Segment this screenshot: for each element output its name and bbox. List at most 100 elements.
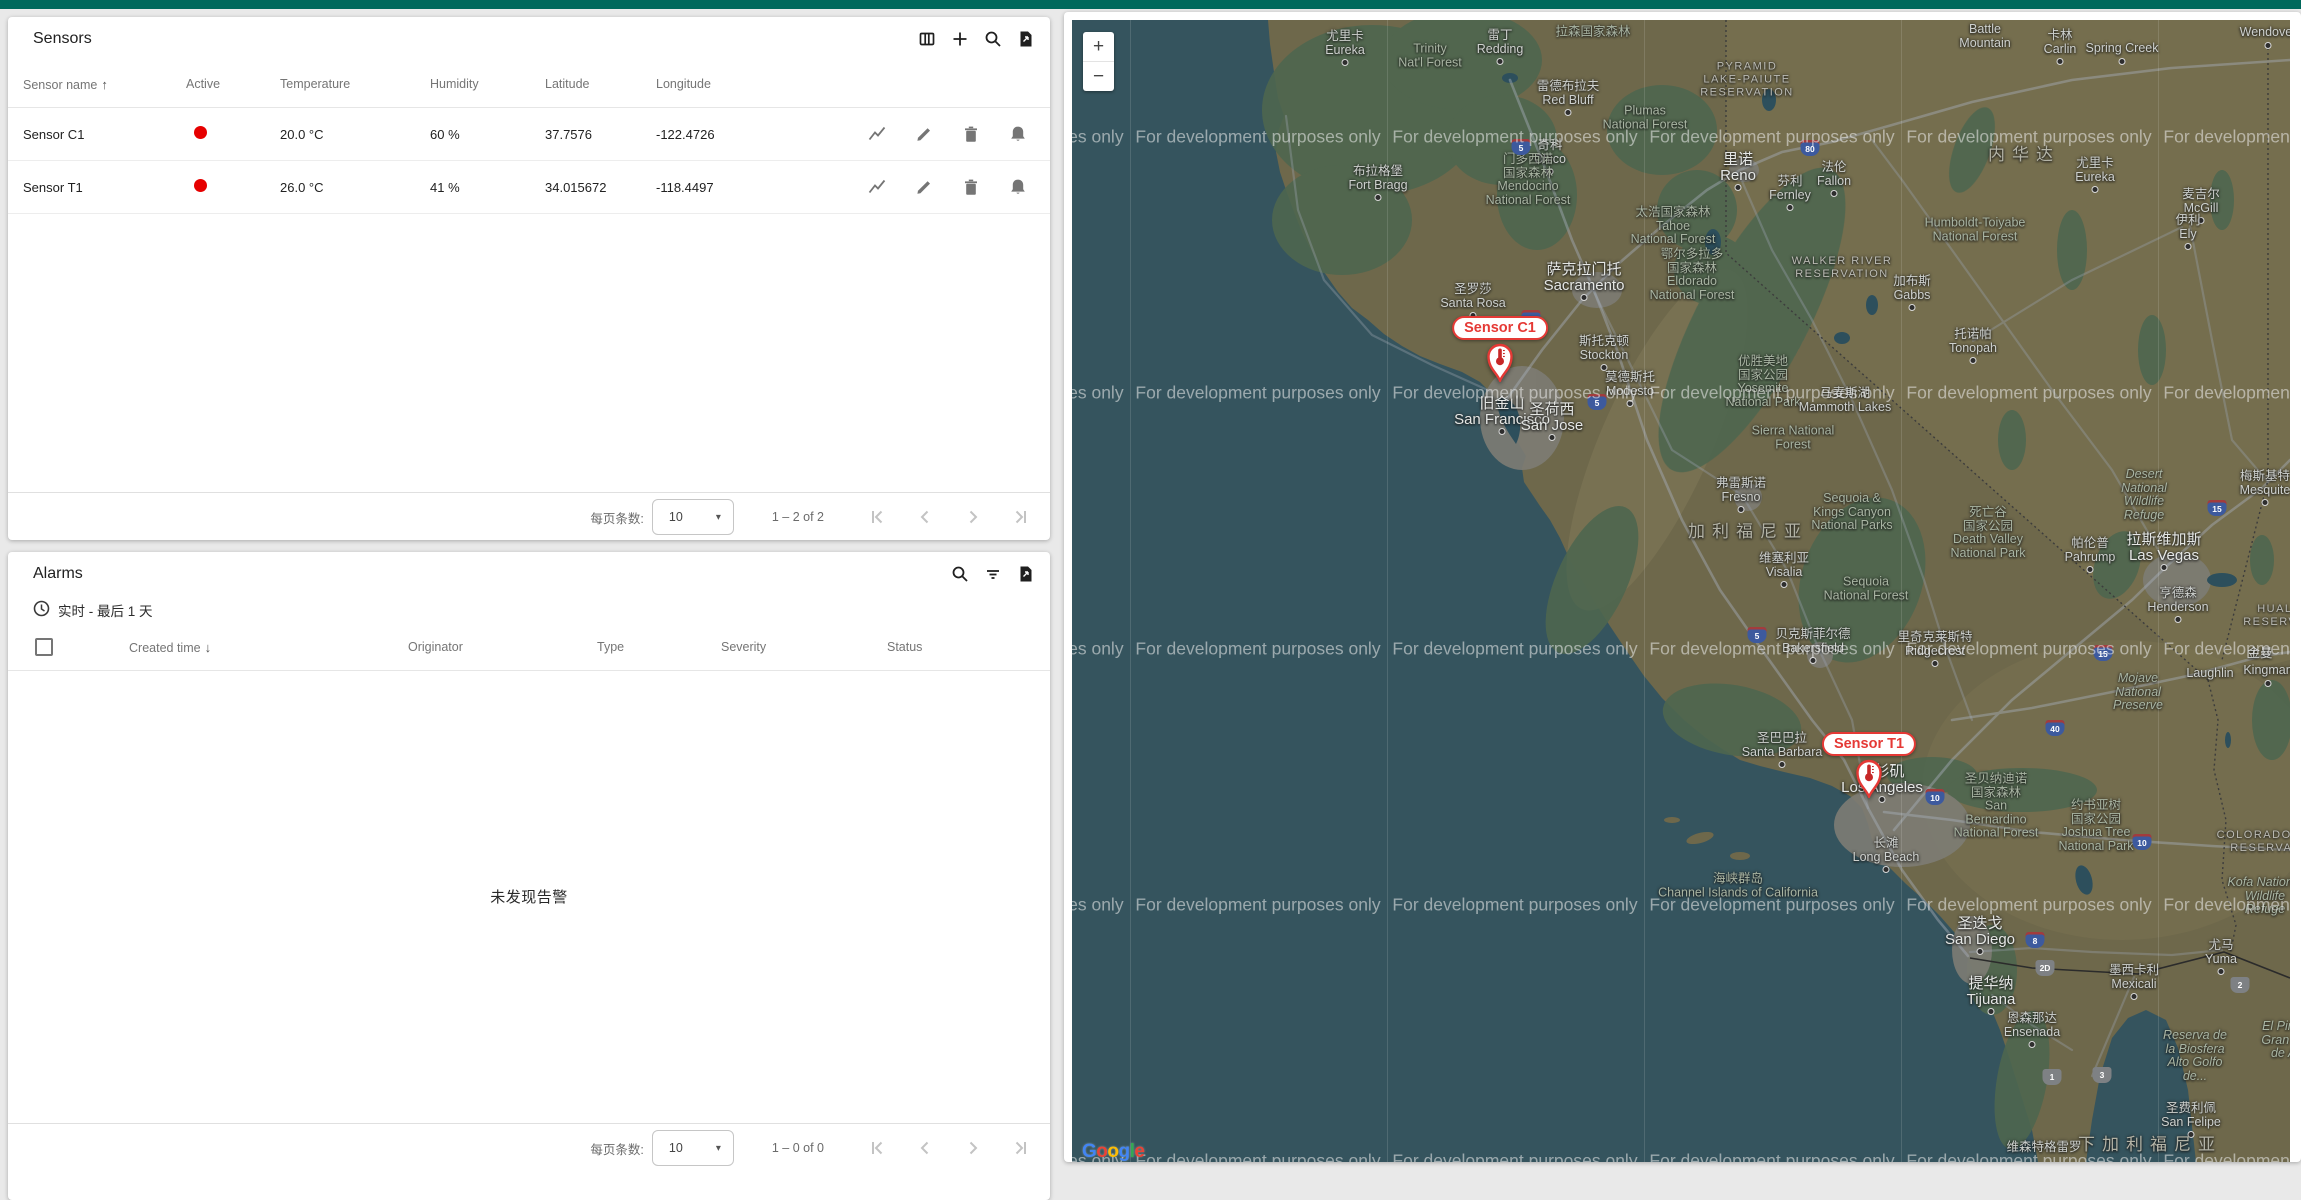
dev-watermark: For development purposes only: [1072, 639, 1124, 660]
col-longitude[interactable]: Longitude: [656, 77, 816, 91]
col-humidity[interactable]: Humidity: [430, 77, 545, 91]
map-place-label: 约书亚树国家公园Joshua TreeNational Park: [2058, 799, 2133, 853]
humidity-cell: 60 %: [430, 127, 545, 142]
map-place-label: 雷丁Redding: [1477, 28, 1524, 56]
city-dot: [1375, 194, 1382, 201]
sort-desc-icon: ↓: [205, 640, 212, 655]
next-page-icon[interactable]: [960, 504, 986, 530]
city-dot: [2087, 566, 2094, 573]
col-active[interactable]: Active: [186, 77, 280, 91]
google-map[interactable]: 尤里卡EurekaTrinityNat'l Forest雷丁Redding拉森国…: [1072, 20, 2290, 1162]
city-dot: [2265, 42, 2272, 49]
filter-icon[interactable]: [983, 564, 1003, 584]
search-icon[interactable]: [983, 29, 1003, 49]
delete-trash-icon[interactable]: [961, 124, 981, 144]
dev-watermark: For development purposes only: [1649, 639, 1894, 660]
zoom-out-button[interactable]: −: [1083, 62, 1114, 91]
humidity-cell: 41 %: [430, 180, 545, 195]
col-type[interactable]: Type: [597, 640, 721, 654]
alarm-bell-icon[interactable]: [1008, 124, 1028, 144]
interstate-shield-8: 8: [2026, 932, 2045, 948]
map-zoom-control: + −: [1083, 32, 1114, 91]
sensor-map-label[interactable]: Sensor C1: [1452, 316, 1548, 340]
first-page-icon[interactable]: [864, 1135, 890, 1161]
app-top-bar: [0, 0, 2301, 9]
columns-icon[interactable]: [917, 29, 937, 49]
prev-page-icon[interactable]: [912, 504, 938, 530]
export-icon[interactable]: [1016, 29, 1036, 49]
sensor-table-row[interactable]: Sensor T126.0 °C41 %34.015672-118.4497: [8, 161, 1050, 214]
alarms-pagination: 每页条数: 10▾ 1 – 0 of 0: [8, 1123, 1050, 1172]
page-size-select[interactable]: 10▾: [652, 1130, 734, 1166]
edit-pencil-icon[interactable]: [914, 177, 934, 197]
edit-pencil-icon[interactable]: [914, 124, 934, 144]
city-dot: [2029, 1041, 2036, 1048]
longitude-cell: -122.4726: [656, 127, 816, 142]
alarm-time-window[interactable]: 实时 - 最后 1 天: [8, 596, 1050, 624]
map-place-label: 尤里卡Eureka: [1325, 29, 1365, 57]
export-icon[interactable]: [1016, 564, 1036, 584]
tile-seam: [1644, 20, 1645, 1162]
map-place-label: 死亡谷国家公园Death ValleyNational Park: [1950, 506, 2025, 560]
search-icon[interactable]: [950, 564, 970, 584]
dev-watermark: For development purposes only: [1906, 127, 2151, 148]
page-range: 1 – 2 of 2: [772, 510, 824, 524]
sensor-name-cell: Sensor C1: [23, 127, 186, 142]
sensor-table-row[interactable]: Sensor C120.0 °C60 %37.7576-122.4726: [8, 108, 1050, 161]
tile-seam: [1130, 20, 1131, 1162]
interstate-shield-10: 10: [1926, 789, 1945, 805]
city-dot: [1909, 304, 1916, 311]
city-dot: [2218, 968, 2225, 975]
col-latitude[interactable]: Latitude: [545, 77, 656, 91]
col-sensor-name[interactable]: Sensor name↑: [23, 77, 186, 92]
last-page-icon[interactable]: [1008, 504, 1034, 530]
page-size-select[interactable]: 10▾: [652, 499, 734, 535]
active-status-dot: [194, 179, 207, 192]
add-icon[interactable]: [950, 29, 970, 49]
dev-watermark: For development purposes only: [1392, 639, 1637, 660]
map-place-label: 麦吉尔McGill: [2182, 187, 2220, 215]
zoom-in-button[interactable]: +: [1083, 32, 1114, 61]
city-dot: [1988, 1008, 1995, 1015]
dev-watermark: For development purposes only: [1392, 383, 1637, 404]
timeseries-chart-icon[interactable]: [867, 177, 887, 197]
dev-watermark: For development purposes only: [1392, 1151, 1637, 1163]
next-page-icon[interactable]: [960, 1135, 986, 1161]
map-place-label: 里诺Reno: [1720, 152, 1756, 184]
last-page-icon[interactable]: [1008, 1135, 1034, 1161]
col-created-time[interactable]: Created time↓: [129, 640, 408, 655]
map-place-label: 雷德布拉夫Red Bluff: [1537, 79, 1600, 107]
select-all-checkbox[interactable]: [35, 638, 53, 656]
sensor-name-cell: Sensor T1: [23, 180, 186, 195]
sensor-map-pin[interactable]: [1485, 342, 1515, 387]
map-place-label: PYRAMIDLAKE-PAIUTERESERVATION: [1700, 61, 1794, 100]
city-dot: [2262, 499, 2269, 506]
dev-watermark: For development purposes only: [2163, 127, 2290, 148]
google-logo[interactable]: Google: [1082, 1141, 1144, 1162]
city-dot: [1932, 660, 1939, 667]
col-severity[interactable]: Severity: [721, 640, 887, 654]
page-range: 1 – 0 of 0: [772, 1141, 824, 1155]
city-dot: [1342, 59, 1349, 66]
map-place-label: Wendover: [2240, 25, 2290, 39]
tile-seam: [2158, 20, 2159, 1162]
timeseries-chart-icon[interactable]: [867, 124, 887, 144]
map-place-label: 圣费利佩San Felipe: [2161, 1101, 2221, 1129]
prev-page-icon[interactable]: [912, 1135, 938, 1161]
col-status[interactable]: Status: [887, 640, 1050, 654]
delete-trash-icon[interactable]: [961, 177, 981, 197]
city-dot: [2161, 564, 2168, 571]
city-dot: [1497, 58, 1504, 65]
city-dot: [1735, 184, 1742, 191]
sensor-map-pin[interactable]: [1854, 758, 1884, 803]
dev-watermark: For development purposes only: [1649, 383, 1894, 404]
city-dot: [2119, 58, 2126, 65]
sensor-map-label[interactable]: Sensor T1: [1822, 732, 1916, 756]
dev-watermark: For development purposes only: [2163, 639, 2290, 660]
col-originator[interactable]: Originator: [408, 640, 597, 654]
first-page-icon[interactable]: [864, 504, 890, 530]
col-temperature[interactable]: Temperature: [280, 77, 430, 91]
active-status-dot: [194, 126, 207, 139]
alarm-bell-icon[interactable]: [1008, 177, 1028, 197]
city-dot: [1970, 357, 1977, 364]
